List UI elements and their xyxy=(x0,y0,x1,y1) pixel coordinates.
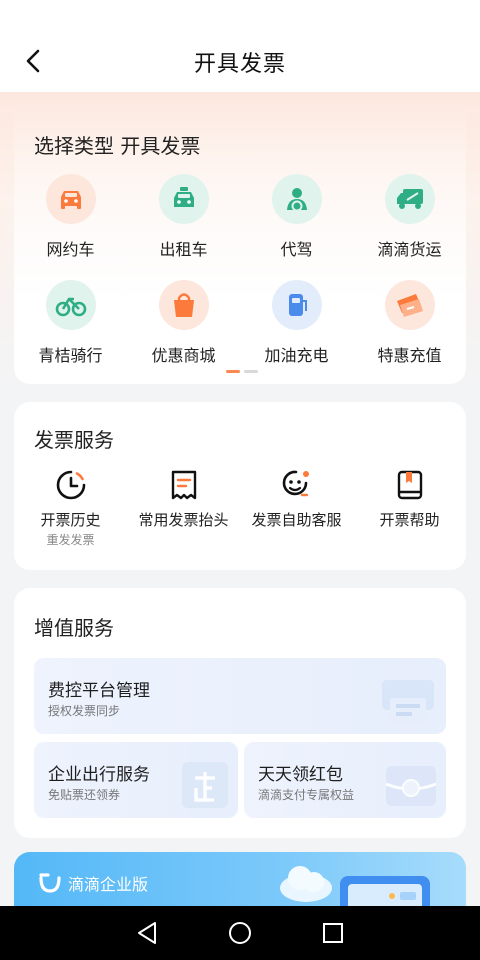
fuel-pump-icon xyxy=(271,280,322,330)
type-label: 出租车 xyxy=(159,240,208,259)
page-title: 开具发票 xyxy=(193,52,286,77)
service-row: 开票历史 重发发票 常用发票抬头 发票自助客服 开票帮助 xyxy=(14,468,466,548)
type-item-designated-driver[interactable]: 代驾 xyxy=(240,174,353,260)
red-packet-tile[interactable]: 天天领红包 滴滴支付专属权益 xyxy=(244,742,446,818)
service-invoice-title[interactable]: 常用发票抬头 xyxy=(127,468,240,548)
top-bar: 开具发票 xyxy=(0,0,480,92)
section-title: 选择类型 开具发票 xyxy=(34,134,201,158)
red-packet-icon xyxy=(382,758,440,814)
truck-icon xyxy=(384,174,435,224)
type-label: 代驾 xyxy=(280,240,313,259)
type-label: 特惠充值 xyxy=(377,346,442,365)
nav-back-button[interactable] xyxy=(127,913,167,953)
didi-logo-icon xyxy=(39,873,61,893)
value-added-card: 增值服务 费控平台管理 授权发票同步 企业出行服务 免贴票还领券 天天领红包 滴… xyxy=(14,588,466,838)
type-item-ride-hailing[interactable]: 网约车 xyxy=(14,174,127,260)
cloud-icon xyxy=(276,858,336,908)
system-navigation-bar xyxy=(0,906,480,960)
service-invoice-history[interactable]: 开票历史 重发发票 xyxy=(14,468,127,548)
nav-recents-button[interactable] xyxy=(313,913,353,953)
tile-subtitle: 免贴票还领券 xyxy=(48,788,121,802)
type-item-freight[interactable]: 滴滴货运 xyxy=(353,174,466,260)
receipt-icon xyxy=(167,468,201,502)
type-item-mall[interactable]: 优惠商城 xyxy=(127,280,240,366)
customer-service-icon xyxy=(280,468,314,502)
tile-subtitle: 授权发票同步 xyxy=(48,704,121,718)
service-label: 常用发票抬头 xyxy=(138,511,229,529)
designated-driver-icon xyxy=(271,174,322,224)
type-row-2: 青桔骑行 优惠商城 加油充电 特惠充值 xyxy=(14,280,466,366)
type-item-fuel-charge[interactable]: 加油充电 xyxy=(240,280,353,366)
type-item-bike[interactable]: 青桔骑行 xyxy=(14,280,127,366)
printer-icon xyxy=(376,664,440,730)
section-title: 发票服务 xyxy=(34,428,114,452)
service-sublabel: 重发发票 xyxy=(46,533,95,547)
tile-title: 天天领红包 xyxy=(258,765,343,785)
type-label: 青桔骑行 xyxy=(38,346,103,365)
type-item-recharge[interactable]: 特惠充值 xyxy=(353,280,466,366)
triangle-back-icon xyxy=(137,922,156,944)
shopping-bag-icon xyxy=(158,280,209,330)
page-indicator xyxy=(226,370,258,373)
type-label: 加油充电 xyxy=(264,346,329,365)
type-label: 优惠商城 xyxy=(151,346,216,365)
invoice-type-card: 选择类型 开具发票 网约车 出租车 代驾 滴滴货运 青桔骑行 优惠商城 加油充电… xyxy=(14,100,466,384)
service-label: 开票历史 xyxy=(40,511,101,529)
service-label: 发票自助客服 xyxy=(251,511,342,529)
service-invoice-help[interactable]: 开票帮助 xyxy=(353,468,466,548)
tile-subtitle: 滴滴支付专属权益 xyxy=(258,788,355,802)
service-label: 开票帮助 xyxy=(379,511,440,529)
section-title: 增值服务 xyxy=(34,616,114,640)
banner-label: 滴滴企业版 xyxy=(68,875,149,894)
car-icon xyxy=(45,174,96,224)
type-row-1: 网约车 出租车 代驾 滴滴货运 xyxy=(14,174,466,260)
enterprise-travel-tile[interactable]: 企业出行服务 免贴票还领券 xyxy=(34,742,238,818)
enterprise-icon xyxy=(178,756,232,814)
ticket-icon xyxy=(384,280,435,330)
service-self-help[interactable]: 发票自助客服 xyxy=(240,468,353,548)
help-book-icon xyxy=(393,468,427,502)
square-recents-icon xyxy=(323,923,344,943)
circle-home-icon xyxy=(228,922,251,944)
expense-platform-tile[interactable]: 费控平台管理 授权发票同步 xyxy=(34,658,446,734)
tile-title: 费控平台管理 xyxy=(48,681,150,701)
clock-icon xyxy=(54,468,88,502)
page-dot-active xyxy=(226,370,240,373)
type-label: 网约车 xyxy=(46,240,95,259)
nav-home-button[interactable] xyxy=(220,913,260,953)
taxi-icon xyxy=(158,174,209,224)
bicycle-icon xyxy=(45,280,96,330)
invoice-service-card: 发票服务 开票历史 重发发票 常用发票抬头 发票自助客服 开票帮助 xyxy=(14,402,466,570)
page-dot xyxy=(244,370,258,373)
tile-title: 企业出行服务 xyxy=(48,765,150,785)
type-label: 滴滴货运 xyxy=(377,240,442,259)
banner-logo: 滴滴企业版 xyxy=(38,871,148,895)
type-item-taxi[interactable]: 出租车 xyxy=(127,174,240,260)
